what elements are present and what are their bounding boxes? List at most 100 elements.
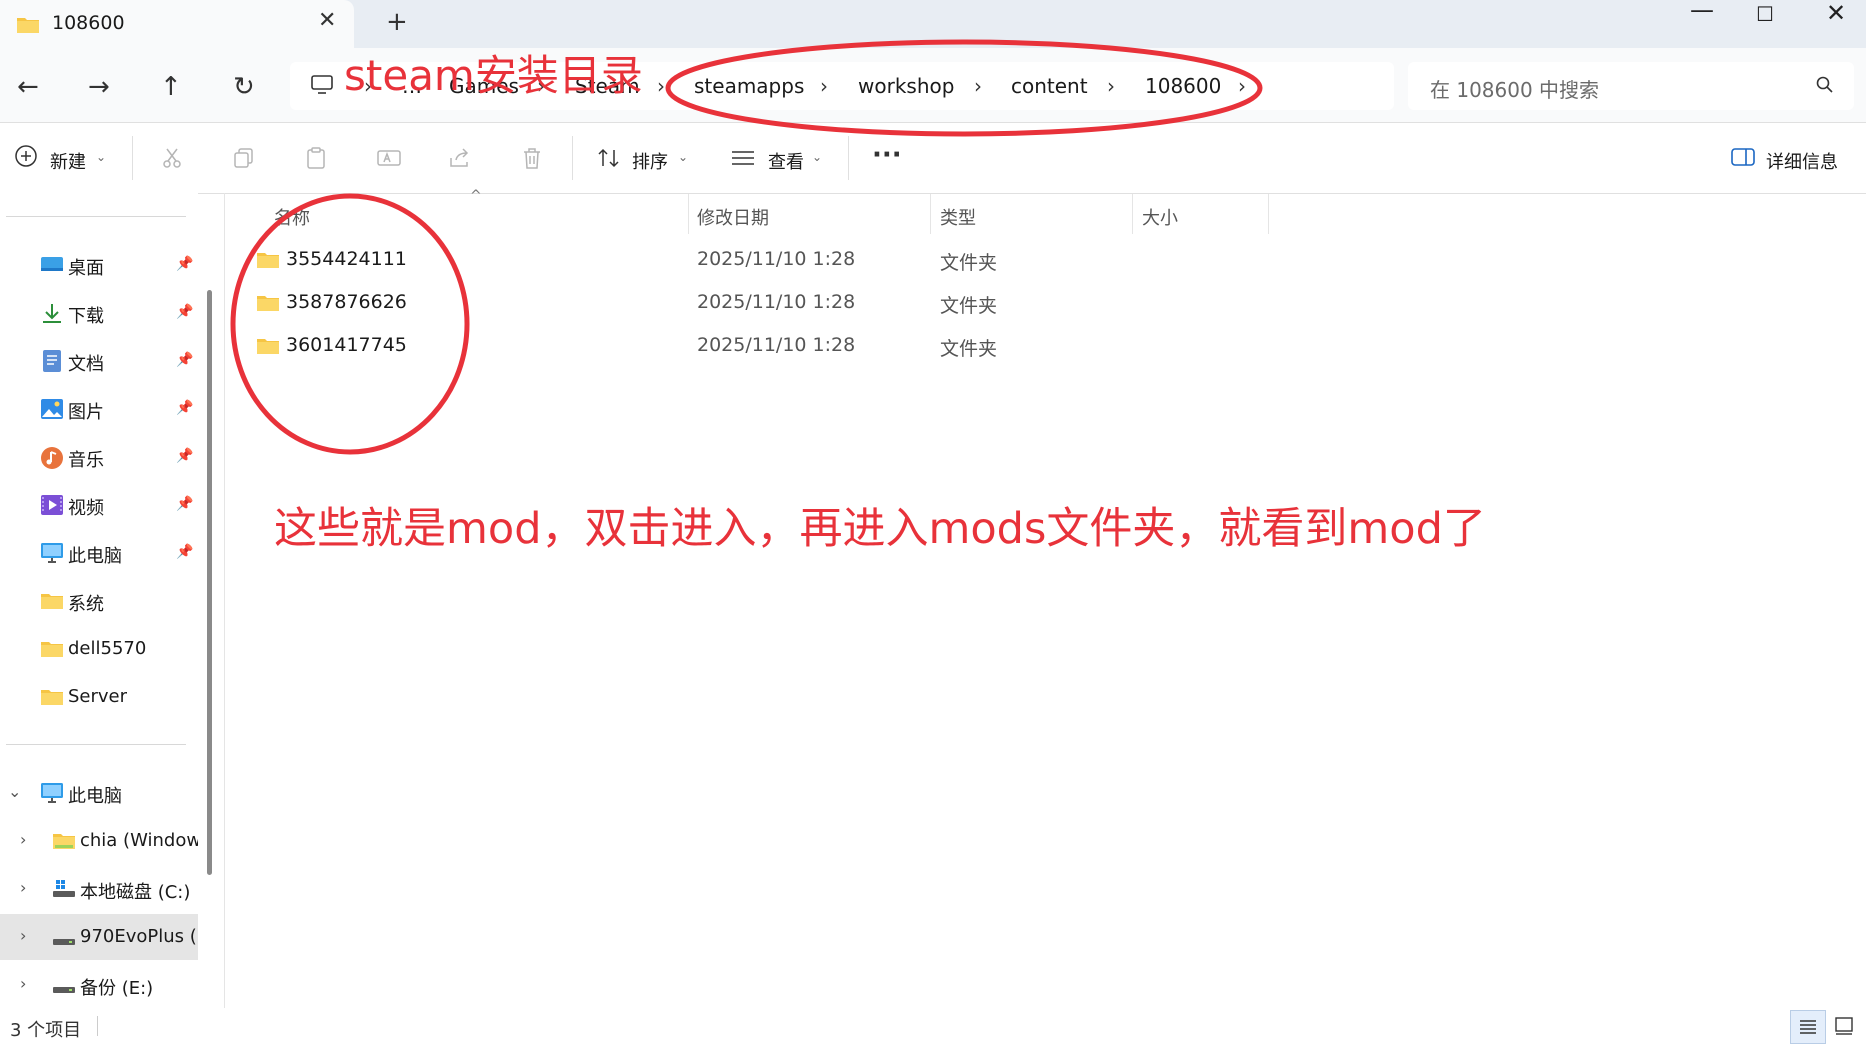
breadcrumb-steamapps[interactable]: steamapps xyxy=(694,74,804,98)
search-icon[interactable] xyxy=(1816,76,1834,98)
toolbar-divider xyxy=(132,136,133,180)
folder-icon xyxy=(256,293,280,317)
more-options-button[interactable]: ··· xyxy=(872,140,902,170)
status-divider xyxy=(97,1016,98,1036)
nav-item-this-pc-pinned[interactable]: 此电脑 📌 xyxy=(0,530,198,576)
drive-icon xyxy=(52,932,76,951)
file-modified: 2025/11/10 1:28 xyxy=(697,291,856,313)
refresh-button[interactable]: ↻ xyxy=(233,72,255,102)
nav-item-drive-c[interactable]: › 本地磁盘 (C:) xyxy=(0,866,198,912)
forward-button[interactable]: → xyxy=(88,72,110,102)
nav-scrollbar[interactable] xyxy=(207,290,212,875)
minimize-button[interactable]: — xyxy=(1690,0,1714,24)
computer-icon[interactable] xyxy=(310,74,334,100)
nav-item-label: 备份 (E:) xyxy=(80,978,154,999)
file-row[interactable]: 3587876626 2025/11/10 1:28 文件夹 xyxy=(250,283,1350,323)
rename-icon[interactable] xyxy=(376,146,402,174)
nav-item-videos[interactable]: 视频 📌 xyxy=(0,482,198,528)
column-divider[interactable] xyxy=(1268,194,1269,234)
column-header-modified[interactable]: 修改日期 xyxy=(697,204,769,230)
paste-icon[interactable] xyxy=(304,146,328,174)
details-pane-icon[interactable] xyxy=(1730,146,1756,172)
pin-icon[interactable]: 📌 xyxy=(176,400,193,416)
breadcrumb-workshop[interactable]: workshop xyxy=(858,74,954,98)
tab-title: 108600 xyxy=(52,12,125,34)
drive-icon xyxy=(52,980,76,999)
column-divider[interactable] xyxy=(1132,194,1133,234)
pin-icon[interactable]: 📌 xyxy=(176,352,193,368)
plus-circle-icon[interactable] xyxy=(14,144,38,172)
folder-icon xyxy=(256,250,280,274)
details-view-button[interactable] xyxy=(1790,1010,1826,1044)
nav-item-drive-d[interactable]: › 970EvoPlus (D xyxy=(0,914,198,960)
file-row[interactable]: 3601417745 2025/11/10 1:28 文件夹 xyxy=(250,326,1350,366)
nav-item-label: 下载 xyxy=(68,306,104,327)
folder-icon xyxy=(256,336,280,360)
details-button[interactable]: 详细信息 xyxy=(1766,148,1838,174)
nav-item-dell5570[interactable]: dell5570 xyxy=(0,626,198,672)
tab-close-button[interactable]: ✕ xyxy=(318,8,336,33)
delete-icon[interactable] xyxy=(520,146,544,174)
pin-icon[interactable]: 📌 xyxy=(176,304,193,320)
folder-icon xyxy=(16,15,40,39)
tiles-view-icon[interactable] xyxy=(1834,1016,1854,1040)
copy-icon[interactable] xyxy=(232,146,256,174)
pane-divider[interactable] xyxy=(224,193,225,1008)
pin-icon[interactable]: 📌 xyxy=(176,448,193,464)
chevron-down-icon: ⌄ xyxy=(96,150,107,164)
cut-icon[interactable] xyxy=(160,146,184,174)
nav-item-documents[interactable]: 文档 📌 xyxy=(0,338,198,384)
pin-icon[interactable]: 📌 xyxy=(176,256,193,272)
sort-icon[interactable] xyxy=(596,146,622,174)
file-row[interactable]: 3554424111 2025/11/10 1:28 文件夹 xyxy=(250,240,1350,280)
nav-item-this-pc[interactable]: ⌄ 此电脑 xyxy=(0,770,198,816)
nav-item-server[interactable]: Server xyxy=(0,674,198,720)
nav-item-downloads[interactable]: 下载 📌 xyxy=(0,290,198,336)
computer-icon xyxy=(40,782,64,808)
sort-button[interactable]: 排序 xyxy=(632,148,668,174)
share-icon[interactable] xyxy=(448,146,472,174)
view-icon[interactable] xyxy=(730,146,756,174)
breadcrumb-separator[interactable]: › xyxy=(1238,74,1246,98)
file-type: 文件夹 xyxy=(940,338,998,360)
pin-icon[interactable]: 📌 xyxy=(176,496,193,512)
nav-item-label: 此电脑 xyxy=(68,786,122,807)
breadcrumb-separator: › xyxy=(1107,74,1115,98)
nav-item-label: Server xyxy=(68,686,128,707)
nav-item-label: 970EvoPlus (D xyxy=(80,926,198,947)
column-header-type[interactable]: 类型 xyxy=(940,204,976,230)
command-bar xyxy=(0,122,1866,194)
chevron-right-icon[interactable]: › xyxy=(20,878,26,897)
column-header-name[interactable]: 名称 xyxy=(274,204,310,230)
column-header-size[interactable]: 大小 xyxy=(1142,204,1178,230)
nav-item-desktop[interactable]: 桌面 📌 xyxy=(0,242,198,288)
item-count: 3 个项目 xyxy=(10,1020,82,1041)
breadcrumb-108600[interactable]: 108600 xyxy=(1145,74,1221,98)
search-input[interactable]: 在 108600 中搜索 xyxy=(1430,74,1599,103)
column-divider[interactable] xyxy=(688,194,689,234)
up-button[interactable]: ↑ xyxy=(160,72,182,102)
chevron-right-icon[interactable]: › xyxy=(20,974,26,993)
chevron-right-icon[interactable]: › xyxy=(20,830,26,849)
nav-item-drive-chia[interactable]: › chia (Window xyxy=(0,818,198,864)
nav-item-label: chia (Window xyxy=(80,830,198,851)
nav-item-pictures[interactable]: 图片 📌 xyxy=(0,386,198,432)
music-icon xyxy=(40,446,64,474)
maximize-button[interactable]: ☐ xyxy=(1756,2,1774,26)
back-button[interactable]: ← xyxy=(17,72,39,102)
folder-icon xyxy=(40,639,64,663)
view-button[interactable]: 查看 xyxy=(768,148,804,174)
nav-item-drive-e[interactable]: › 备份 (E:) xyxy=(0,962,198,1008)
new-button[interactable]: 新建 xyxy=(50,148,86,174)
breadcrumb-content[interactable]: content xyxy=(1011,74,1088,98)
chevron-right-icon[interactable]: › xyxy=(20,926,26,945)
computer-icon xyxy=(40,542,64,568)
column-divider[interactable] xyxy=(930,194,931,234)
pin-icon[interactable]: 📌 xyxy=(176,544,193,560)
chevron-down-icon[interactable]: ⌄ xyxy=(8,782,21,801)
nav-item-system[interactable]: 系统 xyxy=(0,578,198,624)
new-tab-button[interactable]: + xyxy=(386,7,408,37)
close-button[interactable]: ✕ xyxy=(1826,0,1846,27)
nav-item-music[interactable]: 音乐 📌 xyxy=(0,434,198,480)
file-type: 文件夹 xyxy=(940,252,998,274)
